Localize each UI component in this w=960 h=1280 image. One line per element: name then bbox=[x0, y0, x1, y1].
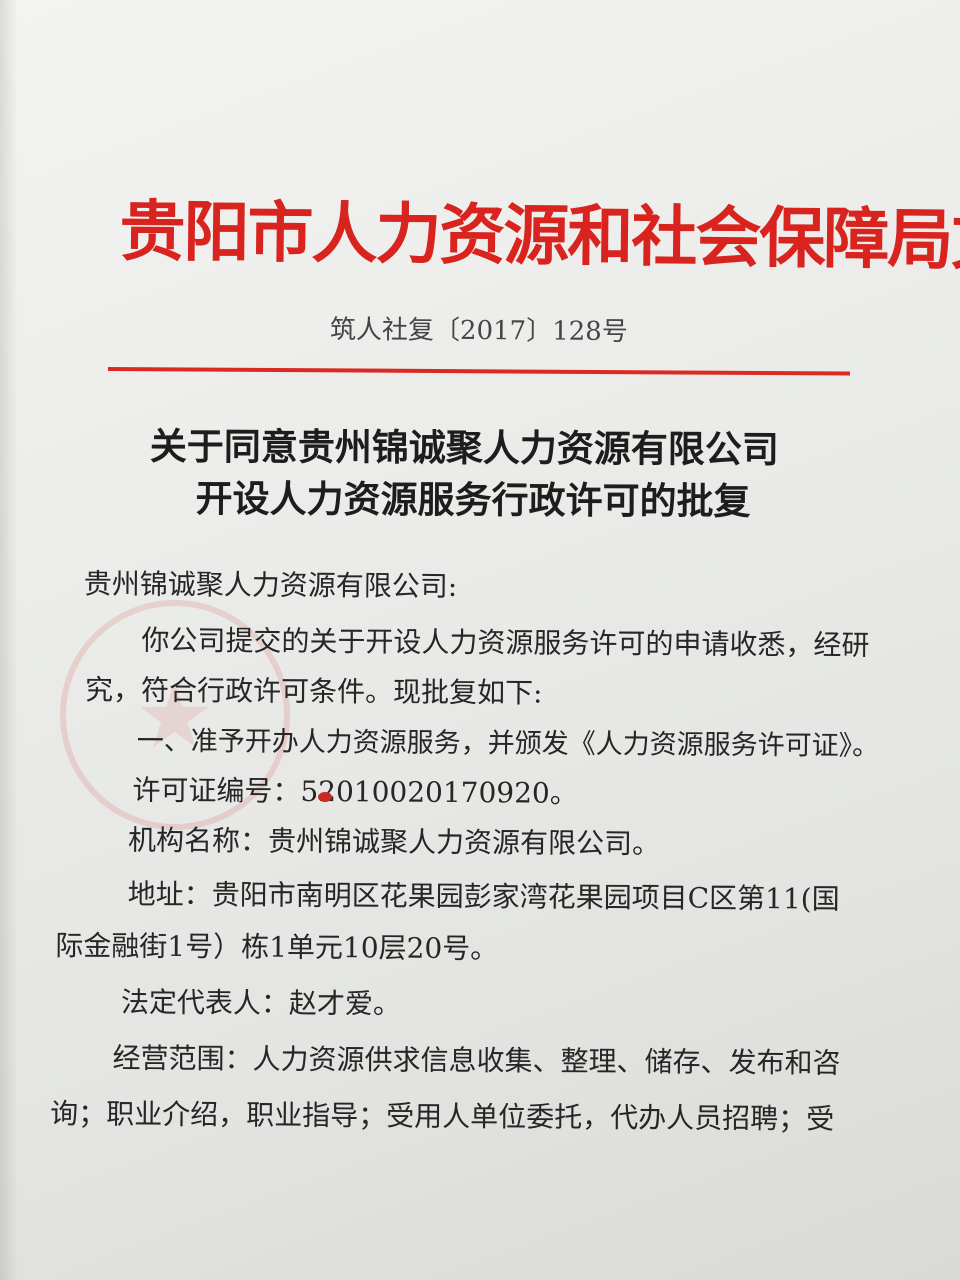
subject-line-1: 关于同意贵州锦诚聚人力资源有限公司 bbox=[149, 423, 779, 472]
license-number: 许可证编号：52010020170920。 bbox=[132, 773, 578, 810]
address-line-2: 际金融街1号）栋1单元10层20号。 bbox=[55, 929, 499, 966]
paragraph-1-line-2: 究，符合行政许可条件。现批复如下: bbox=[84, 673, 543, 710]
page-edge-shadow bbox=[0, 0, 18, 1280]
organization-name: 机构名称：贵州锦诚聚人力资源有限公司。 bbox=[127, 823, 661, 861]
red-ink-mark bbox=[318, 792, 332, 802]
header-divider bbox=[107, 367, 850, 376]
document-header: 贵阳市人力资源和社会保障局文件 bbox=[119, 191, 960, 281]
business-scope-line-2: 询；职业介绍，职业指导；受用人单位委托，代办人员招聘；受 bbox=[50, 1097, 835, 1136]
subject-line-2: 开设人力资源服务行政许可的批复 bbox=[195, 476, 751, 524]
document-number: 筑人社复〔2017〕128号 bbox=[329, 314, 628, 348]
business-scope-line-1: 经营范围：人力资源供求信息收集、整理、储存、发布和咨 bbox=[112, 1041, 841, 1080]
address-line-1: 地址：贵阳市南明区花果园彭家湾花果园项目C区第11(国 bbox=[127, 877, 840, 916]
paragraph-1-line-1: 你公司提交的关于开设人力资源服务许可的申请收悉，经研 bbox=[141, 623, 870, 662]
salutation: 贵州锦诚聚人力资源有限公司: bbox=[83, 567, 458, 603]
document-page: 贵阳市人力资源和社会保障局文件 筑人社复〔2017〕128号 关于同意贵州锦诚聚… bbox=[0, 0, 960, 1280]
document-body: 贵州锦诚聚人力资源有限公司: 你公司提交的关于开设人力资源服务许可的申请收悉，经… bbox=[40, 562, 920, 1135]
item-1: 一、准予开办人力资源服务，并颁发《人力资源服务许可证》。 bbox=[136, 725, 880, 762]
document-subject: 关于同意贵州锦诚聚人力资源有限公司 开设人力资源服务行政许可的批复 bbox=[149, 420, 830, 528]
legal-representative: 法定代表人：赵才爱。 bbox=[120, 985, 402, 1021]
